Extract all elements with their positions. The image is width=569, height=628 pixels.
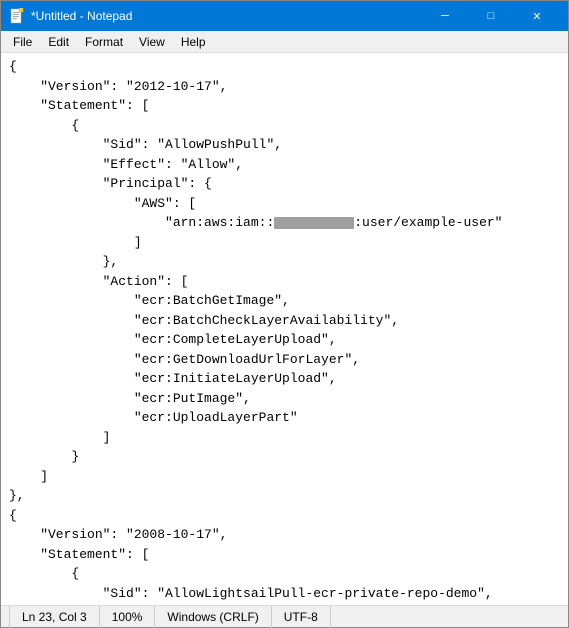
notepad-icon (9, 8, 25, 24)
status-zoom: 100% (100, 606, 156, 628)
window-title: *Untitled - Notepad (31, 9, 422, 23)
close-button[interactable]: ✕ (514, 1, 560, 31)
maximize-button[interactable]: □ (468, 1, 514, 31)
status-line-col: Ln 23, Col 3 (9, 606, 100, 628)
menu-file[interactable]: File (5, 31, 40, 53)
menu-bar: File Edit Format View Help (1, 31, 568, 53)
editor-content[interactable]: { "Version": "2012-10-17", "Statement": … (9, 57, 560, 605)
status-bar: Ln 23, Col 3 100% Windows (CRLF) UTF-8 (1, 605, 568, 627)
editor-area[interactable]: { "Version": "2012-10-17", "Statement": … (1, 53, 568, 605)
window-controls: ─ □ ✕ (422, 1, 560, 31)
menu-edit[interactable]: Edit (40, 31, 77, 53)
minimize-button[interactable]: ─ (422, 1, 468, 31)
menu-format[interactable]: Format (77, 31, 131, 53)
notepad-window: *Untitled - Notepad ─ □ ✕ File Edit Form… (0, 0, 569, 628)
menu-help[interactable]: Help (173, 31, 214, 53)
menu-view[interactable]: View (131, 31, 173, 53)
title-bar: *Untitled - Notepad ─ □ ✕ (1, 1, 568, 31)
status-line-ending: Windows (CRLF) (155, 606, 271, 628)
status-encoding: UTF-8 (272, 606, 331, 628)
